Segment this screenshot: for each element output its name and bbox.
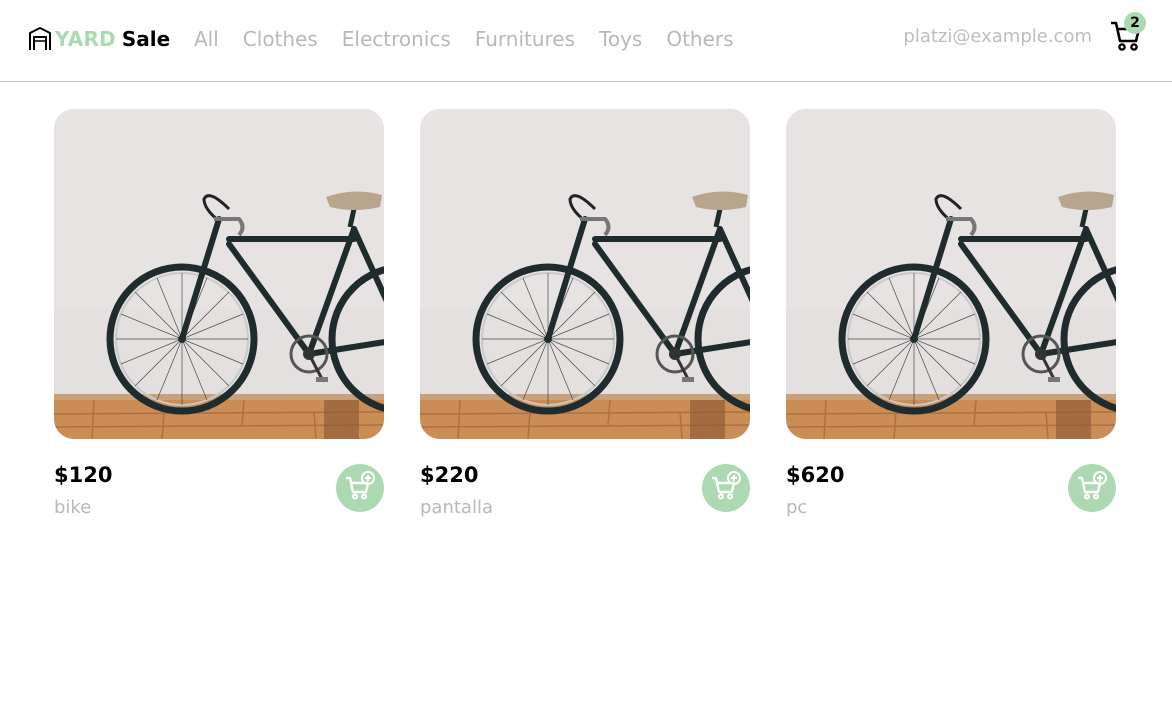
- add-to-cart-icon: [1076, 470, 1108, 506]
- product-name: bike: [54, 497, 92, 518]
- product-price: $620: [786, 463, 845, 487]
- brand-sale-text: Sale: [121, 27, 171, 51]
- nav-link-furnitures[interactable]: Furnitures: [475, 27, 575, 51]
- add-to-cart-icon: [710, 470, 742, 506]
- nav-link-electronics[interactable]: Electronics: [342, 27, 451, 51]
- nav-link-all[interactable]: All: [194, 27, 219, 51]
- product-grid: $120 bike $220 pantalla $620 pc: [54, 109, 1116, 519]
- navbar: YARD Sale All Clothes Electronics Furnit…: [0, 0, 1172, 82]
- category-nav: All Clothes Electronics Furnitures Toys …: [194, 24, 758, 54]
- user-email[interactable]: platzi@example.com: [903, 26, 1092, 47]
- product-price: $120: [54, 463, 113, 487]
- product-image[interactable]: [420, 109, 750, 439]
- brand-logo[interactable]: YARD Sale: [28, 24, 170, 54]
- product-card: $120 bike: [54, 109, 384, 519]
- product-price: $220: [420, 463, 479, 487]
- product-card: $220 pantalla: [420, 109, 750, 519]
- add-to-cart-button[interactable]: [702, 464, 750, 512]
- add-to-cart-button[interactable]: [336, 464, 384, 512]
- product-name: pantalla: [420, 497, 493, 518]
- add-to-cart-button[interactable]: [1068, 464, 1116, 512]
- nav-link-others[interactable]: Others: [666, 27, 733, 51]
- product-info: $220 pantalla: [420, 439, 750, 519]
- cart-button[interactable]: 2: [1108, 12, 1148, 56]
- product-name: pc: [786, 497, 808, 518]
- garage-icon: [28, 27, 52, 51]
- product-image[interactable]: [786, 109, 1116, 439]
- brand-yard-text: YARD: [55, 27, 116, 51]
- nav-link-clothes[interactable]: Clothes: [243, 27, 318, 51]
- add-to-cart-icon: [344, 470, 376, 506]
- product-card: $620 pc: [786, 109, 1116, 519]
- product-info: $120 bike: [54, 439, 384, 519]
- product-info: $620 pc: [786, 439, 1116, 519]
- nav-link-toys[interactable]: Toys: [599, 27, 642, 51]
- cart-count-badge: 2: [1124, 12, 1146, 34]
- product-image[interactable]: [54, 109, 384, 439]
